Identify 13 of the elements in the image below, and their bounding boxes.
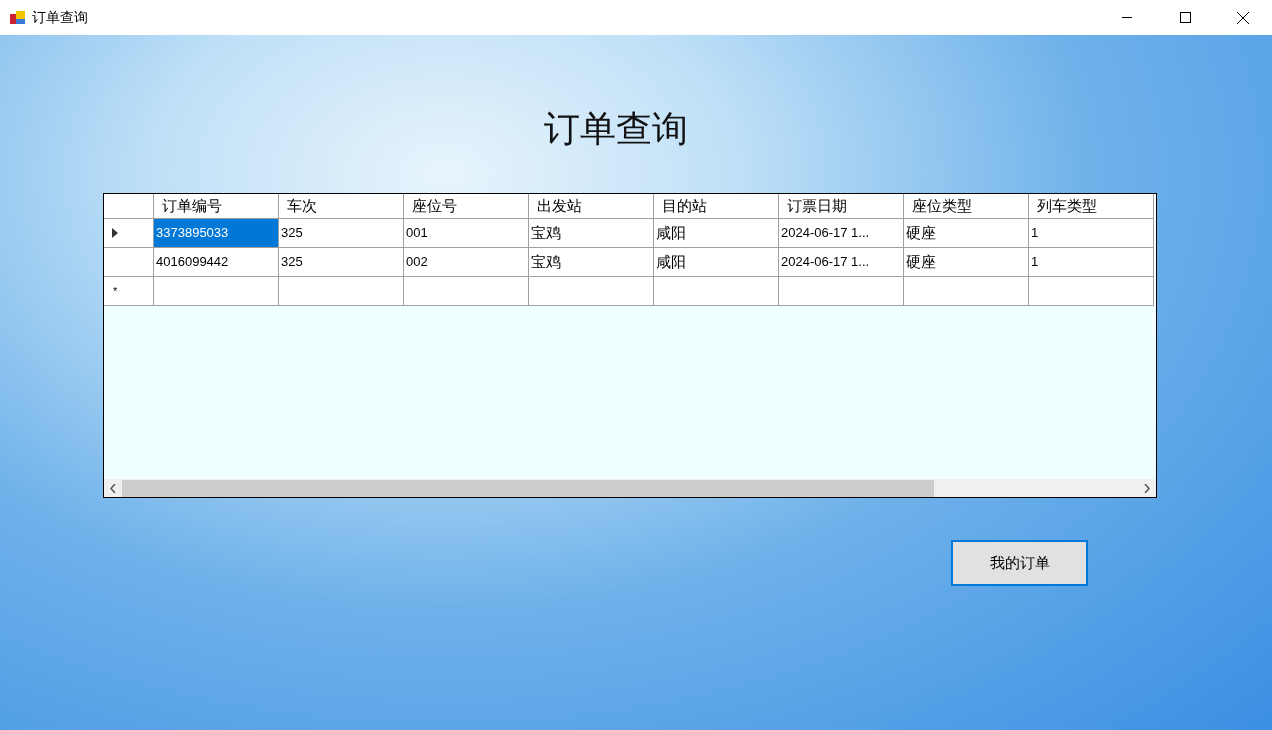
app-icon	[10, 9, 26, 26]
my-orders-button[interactable]: 我的订单	[951, 540, 1088, 586]
window-title: 订单查询	[32, 8, 88, 27]
maximize-icon	[1179, 12, 1191, 23]
new-row-marker: *	[113, 285, 118, 297]
table-cell: 3373895033	[154, 219, 279, 248]
scroll-right-icon	[1144, 483, 1150, 493]
horizontal-scrollbar[interactable]	[104, 479, 1156, 497]
scrollbar-thumb[interactable]	[122, 479, 934, 497]
minimize-icon	[1122, 17, 1132, 18]
page-heading: 订单查询	[544, 107, 689, 151]
close-icon	[1237, 11, 1249, 24]
scroll-left-icon	[110, 483, 116, 493]
